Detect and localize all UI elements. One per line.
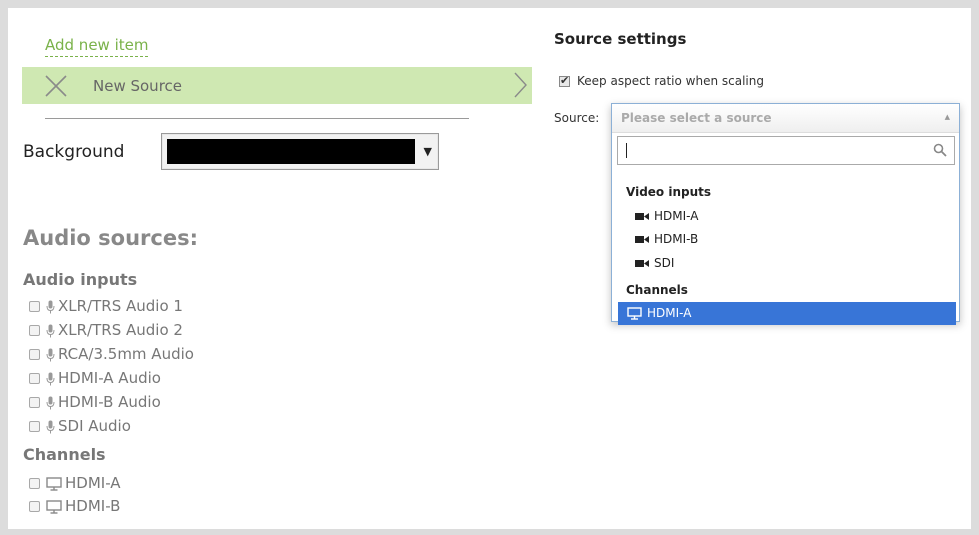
audio-input-option[interactable]: XLR/TRS Audio 2	[29, 320, 183, 340]
audio-input-label: XLR/TRS Audio 2	[58, 321, 183, 339]
source-select-dropdown[interactable]: Please select a source ▲ Video inputs HD…	[611, 103, 960, 325]
audio-input-option[interactable]: XLR/TRS Audio 1	[29, 296, 183, 316]
checkbox[interactable]	[29, 301, 40, 312]
source-option-label: HDMI-A	[647, 306, 692, 320]
keep-aspect-ratio-label: Keep aspect ratio when scaling	[577, 74, 764, 88]
chevron-up-icon: ▲	[944, 113, 950, 121]
source-search-input[interactable]	[617, 136, 955, 165]
chevron-right-icon[interactable]	[512, 71, 528, 99]
dropdown-arrow-icon: ▼	[423, 145, 432, 158]
audio-input-label: XLR/TRS Audio 1	[58, 297, 183, 315]
audio-input-label: RCA/3.5mm Audio	[58, 345, 194, 363]
audio-input-option[interactable]: HDMI-A Audio	[29, 368, 161, 388]
channel-label: HDMI-B	[65, 497, 121, 515]
source-option-video-hdmi-b[interactable]: HDMI-B	[618, 228, 956, 251]
channel-label: HDMI-A	[65, 474, 121, 492]
microphone-icon	[46, 324, 55, 337]
source-option-label: HDMI-A	[654, 209, 699, 223]
audio-input-option[interactable]: RCA/3.5mm Audio	[29, 344, 194, 364]
microphone-icon	[46, 396, 55, 409]
checkbox[interactable]	[29, 349, 40, 360]
checkbox[interactable]	[29, 421, 40, 432]
monitor-icon	[46, 499, 62, 514]
group-heading-channels: Channels	[626, 283, 688, 297]
source-option-label: SDI	[654, 256, 675, 270]
text-caret	[626, 143, 627, 158]
channel-option[interactable]: HDMI-A	[29, 473, 121, 493]
microphone-icon	[46, 420, 55, 433]
background-color-select[interactable]: ▼	[161, 133, 439, 170]
background-label: Background	[23, 142, 125, 162]
audio-input-option[interactable]: SDI Audio	[29, 416, 131, 436]
divider	[45, 118, 469, 119]
channel-option[interactable]: HDMI-B	[29, 496, 120, 516]
source-select-placeholder: Please select a source	[621, 111, 772, 125]
video-camera-icon	[635, 213, 649, 220]
checkbox[interactable]	[29, 397, 40, 408]
channels-heading: Channels	[23, 445, 106, 464]
keep-aspect-ratio-checkbox[interactable]: ✔	[559, 74, 570, 87]
source-settings-title: Source settings	[554, 30, 687, 48]
source-option-channel-hdmi-a[interactable]: HDMI-A	[618, 302, 956, 325]
checkbox[interactable]	[29, 373, 40, 384]
group-heading-video-inputs: Video inputs	[626, 185, 712, 199]
audio-input-label: HDMI-A Audio	[58, 369, 161, 387]
microphone-icon	[46, 348, 55, 361]
audio-sources-title: Audio sources:	[23, 226, 198, 250]
checkmark-icon: ✔	[560, 74, 570, 87]
source-item-label: New Source	[93, 77, 183, 95]
add-new-item-link[interactable]: Add new item	[45, 36, 149, 57]
audio-input-label: SDI Audio	[58, 417, 131, 435]
source-option-video-hdmi-a[interactable]: HDMI-A	[618, 205, 956, 228]
checkbox[interactable]	[29, 478, 40, 489]
video-camera-icon	[635, 260, 649, 267]
source-list-item[interactable]: New Source	[22, 67, 532, 104]
checkbox[interactable]	[29, 325, 40, 336]
monitor-icon	[46, 476, 62, 491]
background-color-swatch	[167, 139, 415, 164]
search-icon	[933, 143, 947, 157]
audio-input-label: HDMI-B Audio	[58, 393, 161, 411]
video-camera-icon	[635, 236, 649, 243]
keep-aspect-ratio-option[interactable]: ✔ Keep aspect ratio when scaling	[559, 73, 764, 89]
audio-input-option[interactable]: HDMI-B Audio	[29, 392, 161, 412]
microphone-icon	[46, 372, 55, 385]
microphone-icon	[46, 300, 55, 313]
checkbox[interactable]	[29, 501, 40, 512]
source-select-header[interactable]: Please select a source ▲	[612, 104, 959, 133]
close-icon[interactable]	[43, 73, 69, 99]
source-label: Source:	[554, 111, 600, 125]
source-option-video-sdi[interactable]: SDI	[618, 252, 956, 275]
monitor-icon	[627, 307, 642, 320]
audio-inputs-heading: Audio inputs	[23, 270, 138, 289]
source-editor-panel: Add new item New Source Background ▼ Aud…	[8, 8, 971, 529]
source-option-label: HDMI-B	[654, 232, 699, 246]
